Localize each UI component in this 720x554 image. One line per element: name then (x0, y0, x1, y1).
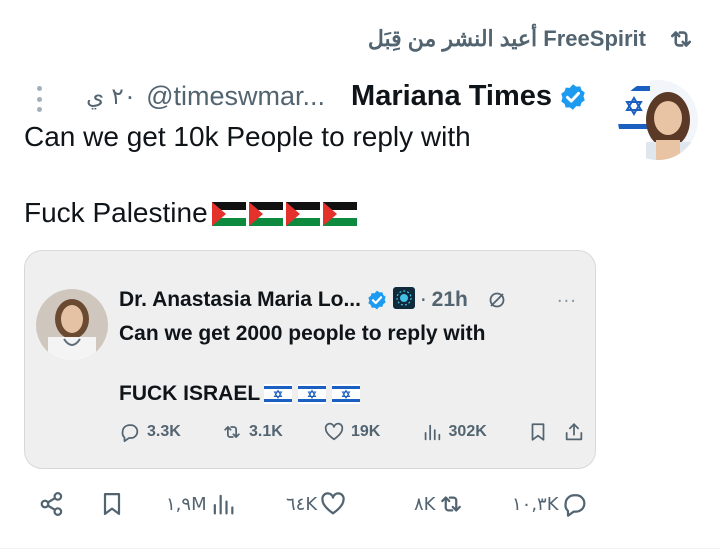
divider (0, 548, 720, 549)
quoted-bookmark-button[interactable] (527, 421, 585, 443)
repost-indicator[interactable]: أعيد النشر من قِبَل FreeSpirit (368, 22, 698, 56)
reply-button[interactable]: ١٠,٣K (512, 490, 589, 518)
palestine-flags (211, 202, 357, 226)
heart-icon (324, 422, 344, 441)
views-count: ١,٩M (166, 493, 207, 515)
bookmark-icon (103, 492, 121, 516)
repost-text: أعيد النشر من قِبَل FreeSpirit (367, 26, 646, 51)
quoted-views-button[interactable]: 302K (421, 421, 487, 443)
quoted-repost-button[interactable]: 3.1K (221, 421, 283, 443)
quoted-more-icon[interactable]: ··· (557, 291, 577, 312)
views-button[interactable]: ١,٩M (166, 490, 237, 518)
verified-badge-icon (366, 289, 388, 311)
quoted-views-count: 302K (448, 423, 487, 440)
quoted-author-avatar[interactable] (36, 289, 108, 361)
palestine-flag-icon (248, 202, 283, 226)
repost-icon (441, 496, 462, 512)
author-name[interactable]: Mariana Times (351, 80, 552, 113)
tweet-time[interactable]: ٢٠ ي (86, 84, 136, 110)
repost-count: ٨K (414, 493, 436, 515)
heart-icon (321, 492, 345, 515)
reply-icon (563, 494, 585, 517)
author-avatar[interactable] (618, 80, 698, 160)
quoted-tweet[interactable]: Dr. Anastasia Maria Lo... · 21h ··· Can … (24, 250, 596, 469)
quoted-reply-count: 3.3K (147, 423, 181, 440)
israel-flag-icon (298, 384, 327, 404)
bookmark-button[interactable] (98, 490, 126, 518)
israel-flags (264, 384, 361, 404)
quoted-time[interactable]: 21h (432, 288, 468, 312)
bookmark-icon (531, 423, 545, 441)
quoted-repost-count: 3.1K (248, 423, 283, 440)
author-handle[interactable]: @timeswmar... (146, 81, 325, 112)
share-icon (565, 423, 583, 441)
quoted-separator: · (419, 288, 427, 312)
palestine-flag-icon (322, 202, 357, 226)
quoted-like-count: 19K (350, 423, 381, 440)
reply-icon (121, 424, 139, 443)
tweet-header: ٢٠ ي @timeswmar... Mariana Times (86, 80, 588, 113)
israel-flag-icon (264, 384, 293, 404)
palestine-flag-icon (211, 202, 246, 226)
quoted-like-button[interactable]: 19K (323, 421, 380, 443)
tweet-actions: ١,٩M ٦٤K ٨K ١٠,٣K (38, 490, 598, 526)
quoted-actions: 3.3K 3.1K 19K 302K (119, 421, 585, 443)
israel-flag-icon (332, 384, 361, 404)
quoted-reply-button[interactable]: 3.3K (119, 421, 181, 443)
repost-button[interactable]: ٨K (414, 490, 465, 518)
quoted-body: Can we get 2000 people to reply with FUC… (119, 319, 485, 409)
views-icon (424, 424, 440, 441)
quoted-author-name[interactable]: Dr. Anastasia Maria Lo... (119, 288, 361, 312)
quoted-header: Dr. Anastasia Maria Lo... · 21h (119, 287, 507, 313)
repost-icon (664, 22, 698, 56)
tweet-body: Can we get 10k People to reply with Fuck… (24, 118, 471, 232)
reply-count: ١٠,٣K (512, 493, 559, 515)
grok-icon[interactable] (487, 290, 507, 310)
share-icon (40, 492, 63, 516)
repost-icon (224, 426, 240, 438)
like-count: ٦٤K (286, 493, 318, 515)
more-options-icon[interactable] (34, 86, 44, 112)
share-button[interactable] (38, 490, 66, 518)
like-button[interactable]: ٦٤K (286, 490, 347, 518)
verified-badge-icon (558, 82, 588, 112)
affiliate-badge-icon (392, 287, 415, 313)
views-icon (213, 494, 234, 515)
palestine-flag-icon (285, 202, 320, 226)
